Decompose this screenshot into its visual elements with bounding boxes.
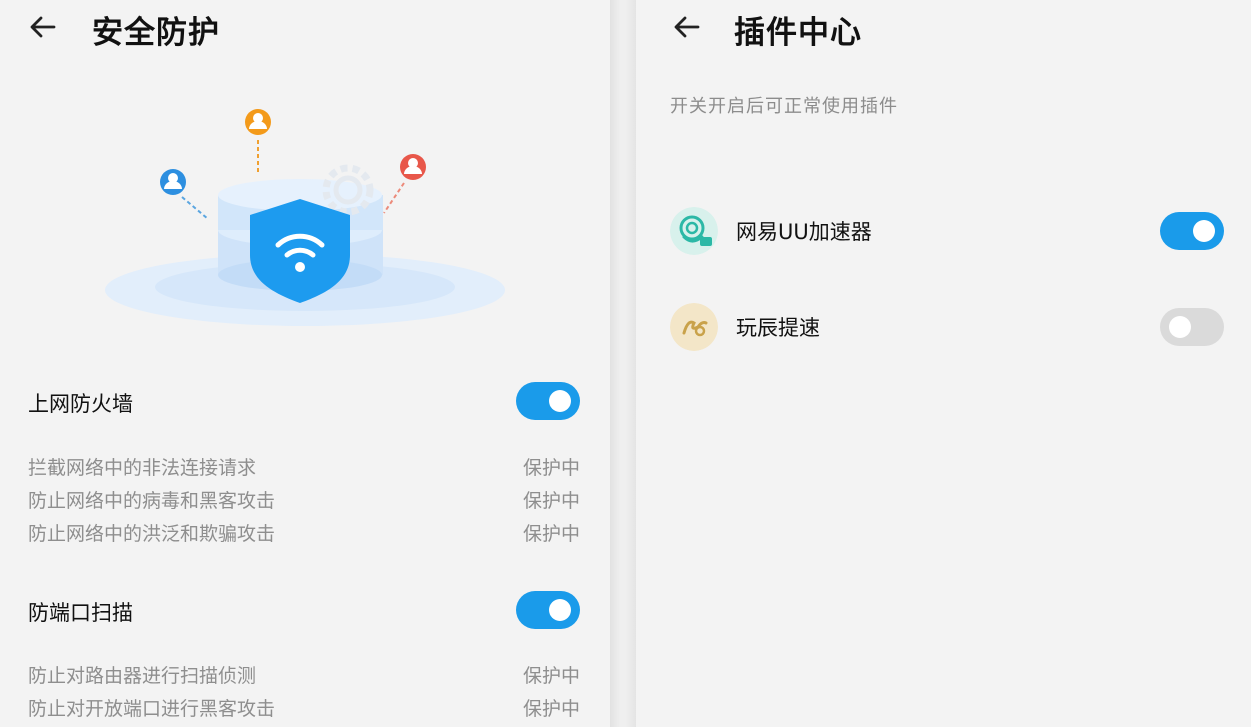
row-description: 防止对路由器进行扫描侦测 [28, 665, 257, 687]
plugin-item-uu: 网易UU加速器 [670, 205, 1224, 257]
portscan-row: 防止对路由器进行扫描侦测 保护中 [28, 661, 580, 687]
firewall-toggle[interactable] [516, 382, 580, 420]
plugin-item-wanchen: 玩辰提速 [670, 301, 1224, 353]
page-title: 安全防护 [92, 15, 220, 51]
plugin-toggle-uu[interactable] [1160, 212, 1224, 250]
row-description: 拦截网络中的非法连接请求 [28, 457, 257, 479]
page-title: 插件中心 [734, 15, 862, 51]
portscan-toggle[interactable] [516, 591, 580, 629]
row-status: 保护中 [522, 457, 580, 479]
portscan-row: 防止对开放端口进行黑客攻击 保护中 [28, 694, 580, 720]
plugin-name: 玩辰提速 [736, 316, 820, 340]
plugin-center-panel: 插件中心 开关开启后可正常使用插件 网易UU加速器 玩辰提速 [636, 0, 1251, 727]
row-status: 保护中 [522, 523, 580, 545]
wanchen-icon [670, 303, 718, 351]
row-description: 防止网络中的病毒和黑客攻击 [28, 490, 276, 512]
security-panel: 安全防护 上网防火墙 拦截网络中的非法连接请求 保护中 防止网络中的病毒和黑客攻… [0, 0, 610, 727]
security-header: 安全防护 [0, 0, 610, 56]
firewall-row: 拦截网络中的非法连接请求 保护中 [28, 453, 580, 479]
firewall-row: 防止网络中的病毒和黑客攻击 保护中 [28, 486, 580, 512]
row-status: 保护中 [522, 490, 580, 512]
toggle-knob [549, 390, 571, 412]
plugin-header: 插件中心 [636, 0, 1251, 56]
plugin-subtitle: 开关开启后可正常使用插件 [670, 96, 898, 117]
back-arrow-icon[interactable] [26, 10, 60, 44]
toggle-knob [549, 599, 571, 621]
row-status: 保护中 [522, 698, 580, 720]
firewall-row: 防止网络中的洪泛和欺骗攻击 保护中 [28, 519, 580, 545]
plugin-toggle-wanchen[interactable] [1160, 308, 1224, 346]
toggle-knob [1169, 316, 1191, 338]
plugin-name: 网易UU加速器 [736, 220, 872, 244]
row-status: 保护中 [522, 665, 580, 687]
uu-accelerator-icon [670, 207, 718, 255]
firewall-title: 上网防火墙 [28, 392, 133, 416]
back-arrow-icon[interactable] [670, 10, 704, 44]
toggle-knob [1193, 220, 1215, 242]
security-shield-illustration [105, 109, 505, 326]
panel-divider [610, 0, 636, 727]
row-description: 防止网络中的洪泛和欺骗攻击 [28, 523, 276, 545]
row-description: 防止对开放端口进行黑客攻击 [28, 698, 276, 720]
portscan-title: 防端口扫描 [28, 601, 133, 625]
